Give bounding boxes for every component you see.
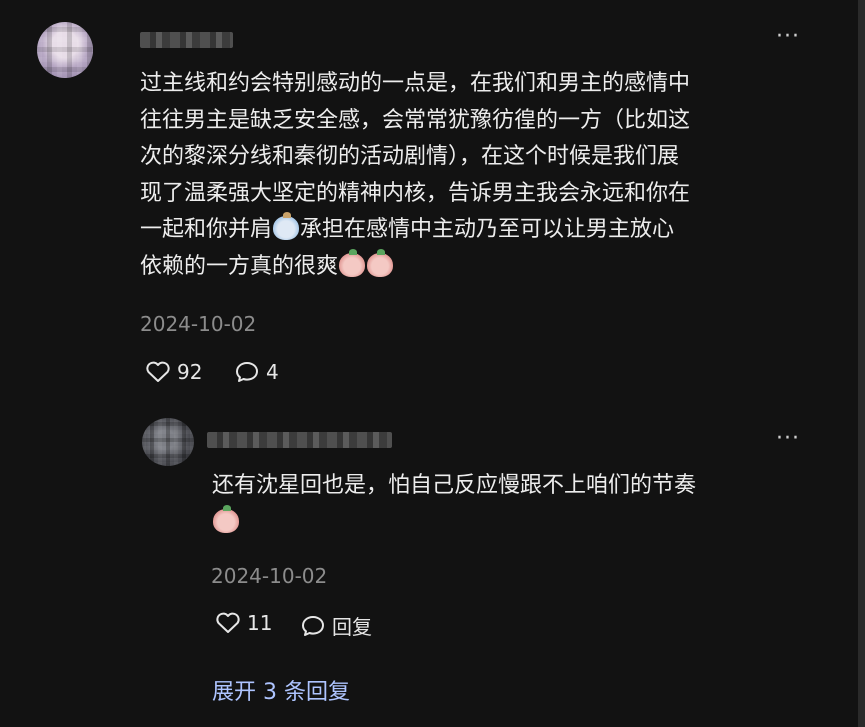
comment-date: 2024-10-02 [140,312,257,336]
comment-reply-count-button[interactable]: 4 [234,360,279,384]
pray-sticker-icon [367,248,394,277]
comment-line: 承担在感情中主动乃至可以让男主放心 [300,217,675,242]
comment-more-button[interactable]: ··· [776,26,800,48]
comment-line: 现了温柔强大坚定的精神内核，告诉男主我会永远和你在 [140,180,691,206]
reply-like-count: 11 [247,611,273,635]
expand-replies-link[interactable]: 展开 3 条回复 [212,674,350,706]
reply-label: 回复 [332,615,372,639]
reply-more-button[interactable]: ··· [776,428,800,450]
reply-like-button[interactable]: 11 [215,611,272,635]
replier-avatar[interactable] [142,418,194,466]
comment-line: 依赖的一方真的很爽 [140,253,339,279]
commenter-name-blurred[interactable] [140,32,233,48]
comment-text: 过主线和约会特别感动的一点是，在我们和男主的感情中 往往男主是缺乏安全感，会常常… [140,66,820,285]
speech-bubble-icon [302,615,324,636]
replier-name-blurred[interactable] [207,432,392,448]
comment-line: 次的黎深分线和秦彻的活动剧情），在这个时候是我们展 [140,144,680,169]
speech-bubble-icon [236,362,258,382]
comment-line: 过主线和约会特别感动的一点是，在我们和男主的感情中 [140,71,691,96]
comment-like-button[interactable]: 92 [145,360,202,384]
reply-text: 还有沈星回也是，怕自己反应慢跟不上咱们的节奏 [212,468,812,541]
comment-count: 4 [266,360,279,384]
heart-outline-icon [216,612,240,633]
comment-line: 一起和你并肩 [140,217,273,242]
comment-line: 往往男主是缺乏安全感，会常常犹豫彷徨的一方（比如这 [140,107,691,133]
pray-sticker-icon [213,504,239,533]
pray-sticker-icon [339,248,366,277]
reply-date: 2024-10-02 [211,564,328,588]
right-edge-strip [858,0,865,727]
commenter-avatar[interactable] [37,22,93,78]
heart-outline-icon [146,361,170,382]
like-count: 92 [177,360,203,384]
crying-emoji-icon [273,212,300,240]
reply-reply-button[interactable]: 回复 [300,611,372,640]
reply-line: 还有沈星回也是，怕自己反应慢跟不上咱们的节奏 [212,473,697,498]
